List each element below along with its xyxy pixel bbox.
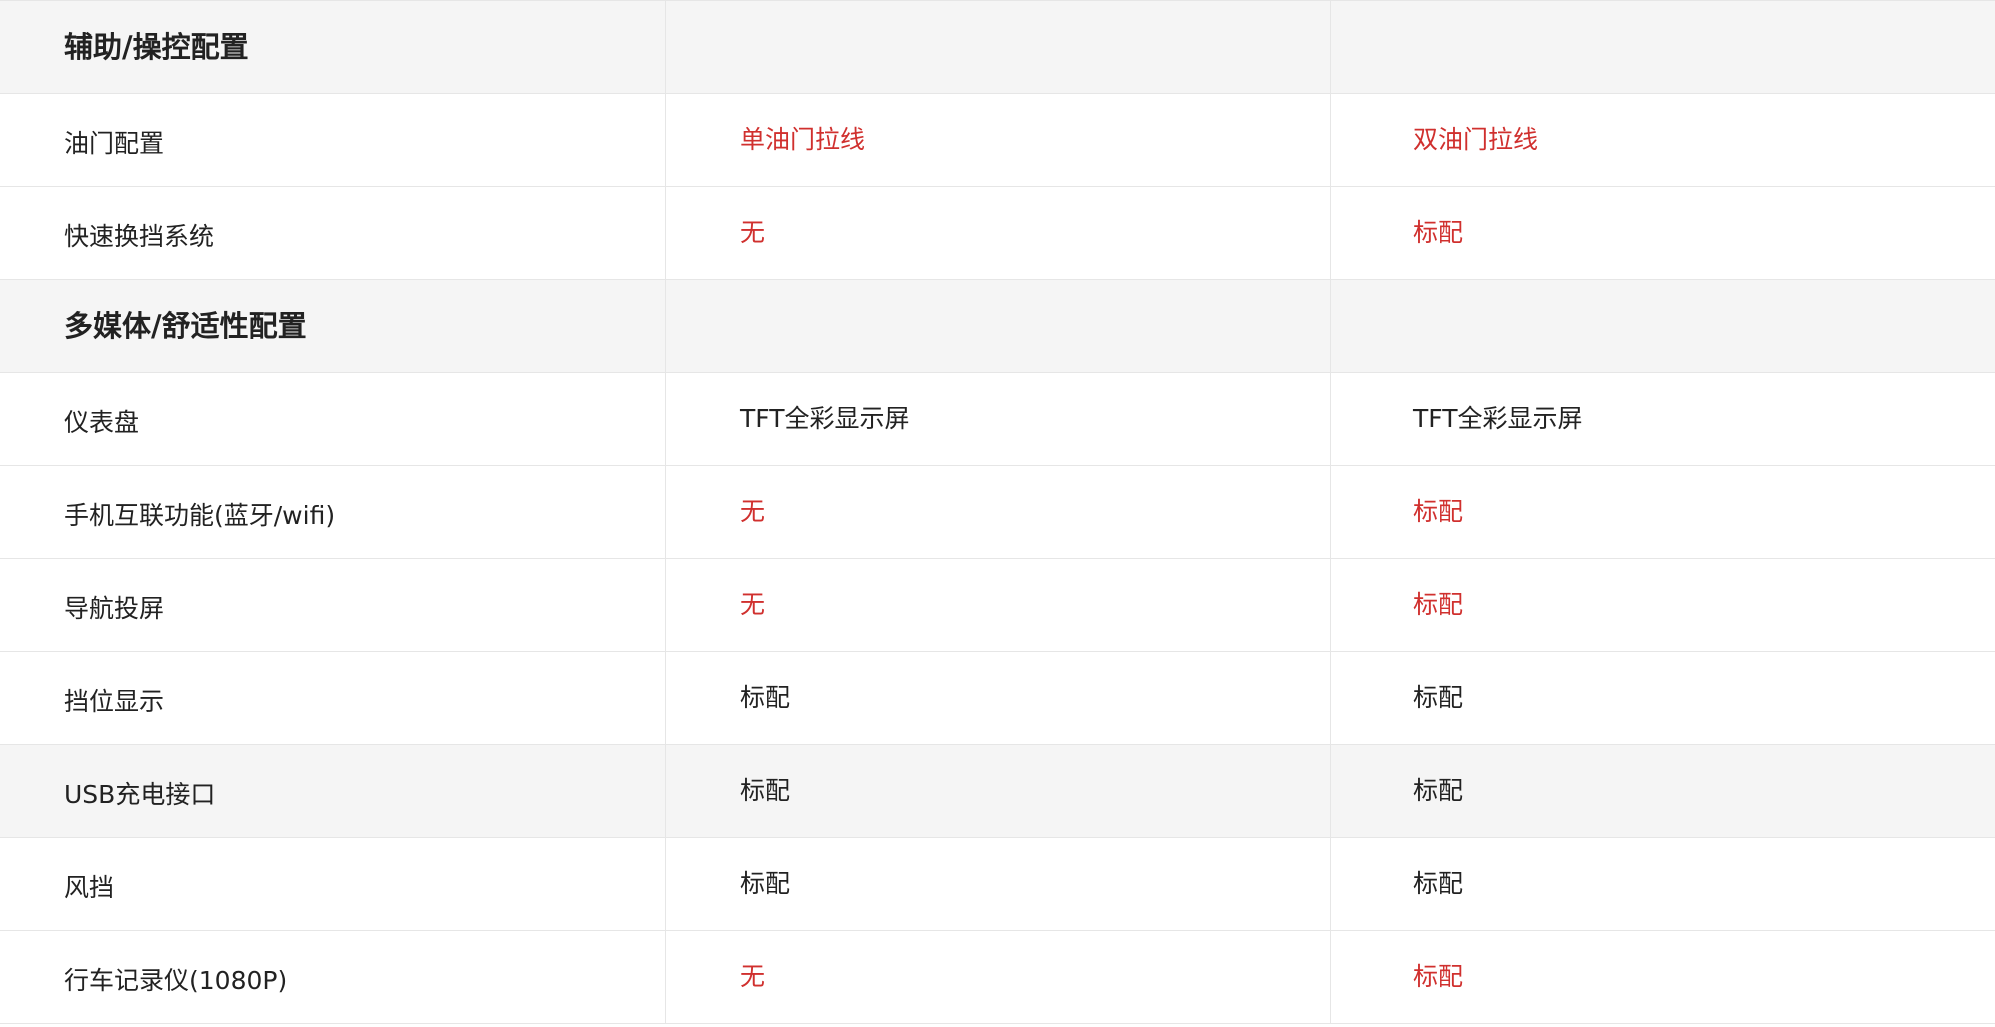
row-label-cell: 挡位显示 xyxy=(0,652,666,744)
model-a-value: 标配 xyxy=(740,682,791,712)
section-header-row-assist-control: 辅助/操控配置 xyxy=(0,1,1995,94)
row-label-cell: 快速换挡系统 xyxy=(0,187,666,279)
model-a-value-cell: 标配 xyxy=(666,745,1331,837)
section-title: 辅助/操控配置 xyxy=(0,1,666,93)
section-title-text: 多媒体/舒适性配置 xyxy=(64,308,307,343)
table-row-usb-charging: USB充电接口 标配 标配 xyxy=(0,745,1995,838)
section-title-text: 辅助/操控配置 xyxy=(64,29,249,64)
model-b-value-cell: 标配 xyxy=(1331,838,1995,930)
row-label-cell: 风挡 xyxy=(0,838,666,930)
model-b-value-cell: 标配 xyxy=(1331,652,1995,744)
model-a-value: 单油门拉线 xyxy=(740,124,866,154)
model-a-value: 无 xyxy=(740,589,766,619)
model-b-value-cell: TFT全彩显示屏 xyxy=(1331,373,1995,465)
row-label: 导航投屏 xyxy=(64,593,165,623)
row-label: 快速换挡系统 xyxy=(64,221,215,251)
model-b-value: 标配 xyxy=(1413,961,1464,991)
model-b-value: 标配 xyxy=(1413,868,1464,898)
table-row-phone-connectivity: 手机互联功能(蓝牙/wifi) 无 标配 xyxy=(0,466,1995,559)
row-label: 行车记录仪(1080P) xyxy=(64,965,288,995)
model-b-value: 标配 xyxy=(1413,775,1464,805)
row-label-cell: USB充电接口 xyxy=(0,745,666,837)
row-label-cell: 仪表盘 xyxy=(0,373,666,465)
model-b-value: 双油门拉线 xyxy=(1413,124,1539,154)
row-label: 手机互联功能(蓝牙/wifi) xyxy=(64,500,336,530)
row-label-cell: 导航投屏 xyxy=(0,559,666,651)
model-a-value-cell: 无 xyxy=(666,466,1331,558)
table-row-quickshifter: 快速换挡系统 无 标配 xyxy=(0,187,1995,280)
model-a-value-cell: 标配 xyxy=(666,652,1331,744)
table-row-windshield: 风挡 标配 标配 xyxy=(0,838,1995,931)
model-a-value-cell: 标配 xyxy=(666,838,1331,930)
model-b-value-cell: 标配 xyxy=(1331,745,1995,837)
row-label-cell: 行车记录仪(1080P) xyxy=(0,931,666,1023)
model-b-value-cell: 标配 xyxy=(1331,931,1995,1023)
table-cell-empty xyxy=(666,280,1331,372)
model-a-value-cell: TFT全彩显示屏 xyxy=(666,373,1331,465)
model-b-value: 标配 xyxy=(1413,217,1464,247)
row-label: 油门配置 xyxy=(64,128,165,158)
table-cell-empty xyxy=(1331,280,1995,372)
table-row-navigation-projection: 导航投屏 无 标配 xyxy=(0,559,1995,652)
model-a-value: 无 xyxy=(740,217,766,247)
model-b-value: 标配 xyxy=(1413,496,1464,526)
row-label: 仪表盘 xyxy=(64,407,140,437)
model-b-value: TFT全彩显示屏 xyxy=(1413,403,1583,433)
row-label: USB充电接口 xyxy=(64,779,216,809)
model-a-value-cell: 单油门拉线 xyxy=(666,94,1331,186)
model-a-value: TFT全彩显示屏 xyxy=(740,403,910,433)
model-a-value: 无 xyxy=(740,496,766,526)
model-b-value: 标配 xyxy=(1413,589,1464,619)
model-a-value-cell: 无 xyxy=(666,559,1331,651)
row-label: 风挡 xyxy=(64,872,115,902)
row-label: 挡位显示 xyxy=(64,686,165,716)
table-row-dashcam: 行车记录仪(1080P) 无 标配 xyxy=(0,931,1995,1024)
spec-comparison-table: 辅助/操控配置 油门配置 单油门拉线 双油门拉线 快速换挡系统 无 标配 多媒体… xyxy=(0,0,1995,1027)
section-title: 多媒体/舒适性配置 xyxy=(0,280,666,372)
model-a-value-cell: 无 xyxy=(666,931,1331,1023)
model-a-value-cell: 无 xyxy=(666,187,1331,279)
model-b-value-cell: 双油门拉线 xyxy=(1331,94,1995,186)
model-b-value: 标配 xyxy=(1413,682,1464,712)
model-a-value: 标配 xyxy=(740,775,791,805)
table-row-gear-indicator: 挡位显示 标配 标配 xyxy=(0,652,1995,745)
table-row-dashboard: 仪表盘 TFT全彩显示屏 TFT全彩显示屏 xyxy=(0,373,1995,466)
table-cell-empty xyxy=(1331,1,1995,93)
table-cell-empty xyxy=(666,1,1331,93)
model-b-value-cell: 标配 xyxy=(1331,466,1995,558)
model-a-value: 标配 xyxy=(740,868,791,898)
row-label-cell: 油门配置 xyxy=(0,94,666,186)
model-a-value: 无 xyxy=(740,961,766,991)
table-row-throttle: 油门配置 单油门拉线 双油门拉线 xyxy=(0,94,1995,187)
section-header-row-multimedia-comfort: 多媒体/舒适性配置 xyxy=(0,280,1995,373)
model-b-value-cell: 标配 xyxy=(1331,187,1995,279)
row-label-cell: 手机互联功能(蓝牙/wifi) xyxy=(0,466,666,558)
model-b-value-cell: 标配 xyxy=(1331,559,1995,651)
